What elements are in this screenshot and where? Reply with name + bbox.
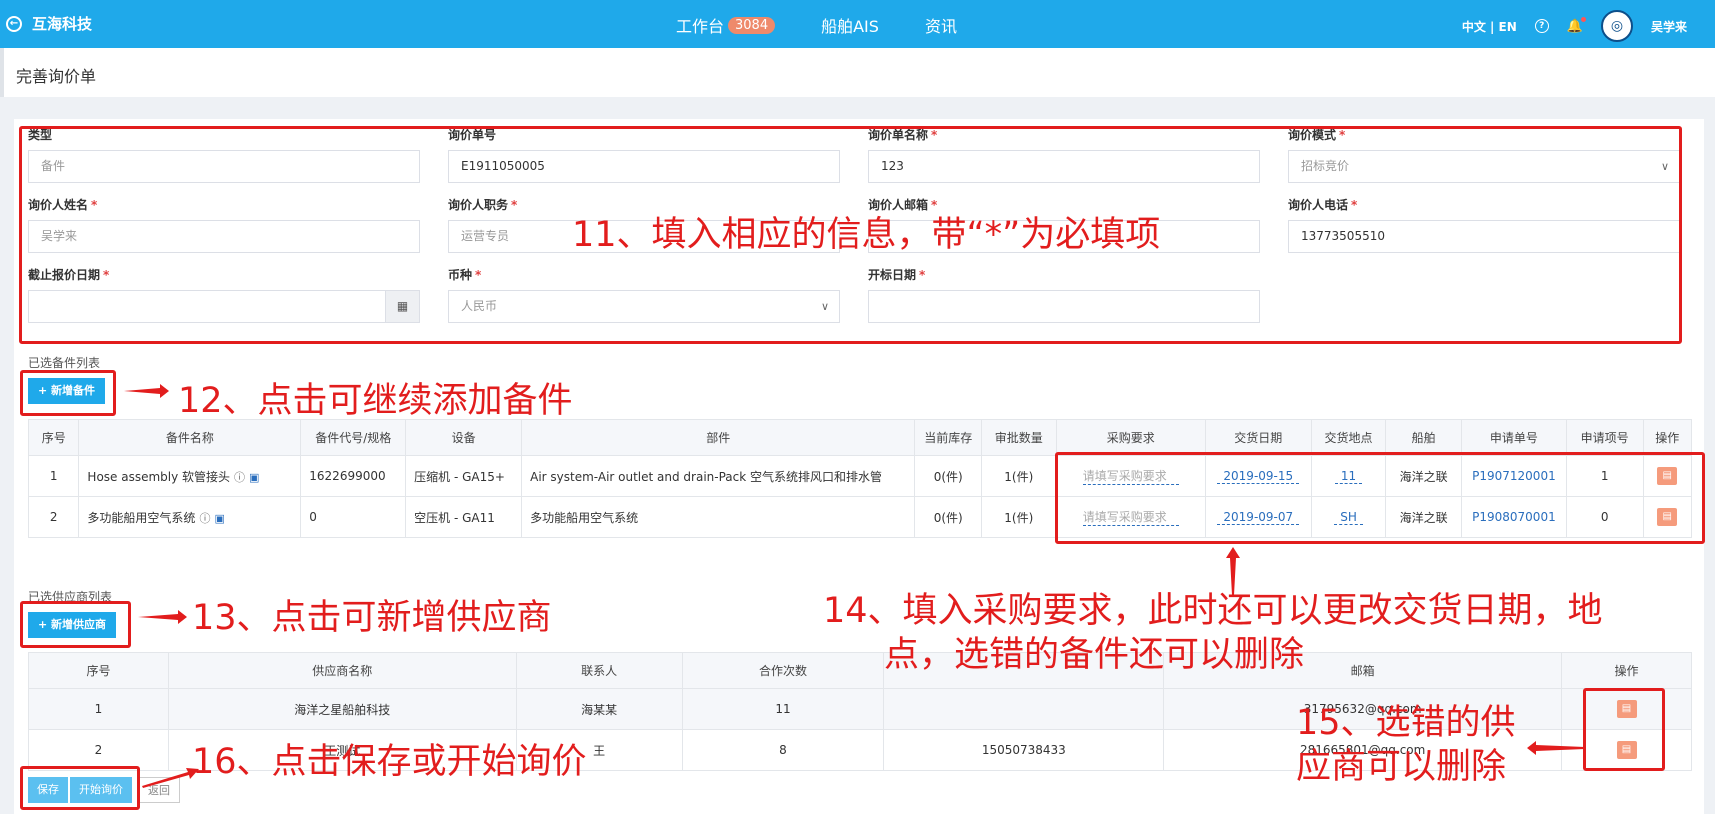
annotation-12: 12、点击可继续添加备件	[178, 381, 573, 421]
arrow-right-icon	[124, 384, 169, 398]
language-switch[interactable]: 中文 | EN	[1462, 18, 1517, 35]
col-header: 当前库存	[914, 419, 982, 456]
cell-supplier-name: 海洋之星船舶科技	[167, 688, 517, 730]
annotation-box-footer	[20, 766, 140, 810]
annotation-box-add-part	[20, 370, 116, 416]
col-header: 交货地点	[1310, 419, 1387, 456]
user-name[interactable]: 吴学来	[1651, 18, 1687, 35]
cell-times: 11	[681, 688, 885, 730]
main-nav: 工作台 3084 船舶AIS 资讯	[676, 13, 957, 37]
image-icon[interactable]: ▣	[249, 471, 259, 484]
cell-code: 0	[300, 496, 407, 538]
annotation-15: 15、选错的供 应商可以删除	[1296, 702, 1516, 790]
cell-phone	[883, 688, 1165, 730]
arrow-right-icon	[142, 768, 199, 788]
col-header: 联系人	[515, 652, 683, 689]
col-header: 备件代号/规格	[300, 419, 407, 456]
annotation-11: 11、填入相应的信息，带“*”为必填项	[572, 215, 1161, 255]
top-bar: ← 互海科技 工作台 3084 船舶AIS 资讯 中文 | EN ? 🔔 ◎ 吴…	[0, 0, 1715, 48]
workbench-badge: 3084	[728, 16, 776, 34]
back-arrow-icon[interactable]: ←	[6, 15, 22, 32]
col-header: 供应商名称	[167, 652, 517, 689]
cell-no: 1	[28, 688, 169, 730]
bell-icon[interactable]: 🔔	[1567, 16, 1586, 34]
cell-part-name: 多功能船用空气系统 ⓘ ▣	[78, 496, 302, 538]
col-header: 序号	[27, 419, 80, 456]
cell-equipment: 压缩机 - GA15+	[405, 455, 523, 497]
annotation-15-line1: 15、选错的供	[1296, 703, 1516, 743]
cell-approved: 1(件)	[980, 496, 1057, 538]
nav-news[interactable]: 资讯	[925, 13, 957, 37]
parts-section-title: 已选备件列表	[28, 356, 101, 370]
cell-no: 2	[27, 496, 80, 538]
parts-header-row: 序号 备件名称 备件代号/规格 设备 部件 当前库存 审批数量 采购要求 交货日…	[27, 419, 1692, 456]
cell-stock: 0(件)	[914, 455, 982, 497]
nav-news-label: 资讯	[924, 17, 957, 36]
annotation-box-parts-edit	[1055, 452, 1705, 544]
help-icon[interactable]: ?	[1534, 19, 1549, 33]
cell-component: 多功能船用空气系统	[521, 496, 916, 538]
annotation-15-line2: 应商可以删除	[1296, 746, 1507, 787]
cell-component: Air system-Air outlet and drain-Pack 空气系…	[521, 455, 916, 497]
avatar[interactable]: ◎	[1600, 10, 1633, 42]
col-header: 船舶	[1385, 419, 1462, 456]
col-header: 序号	[28, 652, 169, 689]
cell-equipment: 空压机 - GA11	[405, 496, 523, 538]
info-icon[interactable]: ⓘ	[199, 510, 210, 526]
cell-phone: 15050738433	[883, 729, 1165, 771]
brand[interactable]: ← 互海科技	[6, 13, 92, 34]
cell-times: 8	[681, 729, 885, 771]
col-header: 部件	[521, 419, 916, 456]
arrow-up-icon	[1226, 547, 1240, 595]
annotation-14-line1: 14、填入采购要求，此时还可以更改交货日期，地	[823, 591, 1603, 631]
col-header: 采购要求	[1055, 419, 1206, 456]
cell-no: 1	[27, 455, 80, 497]
arrow-left-icon	[1527, 741, 1585, 755]
nav-workbench-label: 工作台	[676, 17, 725, 36]
cell-code: 1622699000	[300, 455, 407, 497]
annotation-box-add-supplier	[20, 601, 131, 648]
image-icon[interactable]: ▣	[214, 512, 224, 525]
cell-part-name: Hose assembly 软管接头 ⓘ ▣	[78, 455, 302, 497]
brand-name: 互海科技	[32, 15, 93, 33]
annotation-box-supplier-delete	[1583, 688, 1665, 771]
cell-approved: 1(件)	[980, 455, 1057, 497]
nav-ship-ais-label: 船舶AIS	[821, 17, 879, 36]
arrow-right-icon	[138, 610, 187, 624]
top-right: 中文 | EN ? 🔔 ◎ 吴学来	[1462, 10, 1687, 42]
cell-no: 2	[28, 729, 169, 771]
cell-stock: 0(件)	[914, 496, 982, 538]
nav-workbench[interactable]: 工作台 3084	[676, 13, 776, 37]
nav-ship-ais[interactable]: 船舶AIS	[821, 13, 879, 37]
col-header: 审批数量	[980, 419, 1057, 456]
page-title: 完善询价单	[16, 67, 97, 86]
title-bar: 完善询价单	[0, 48, 1715, 97]
col-header: 操作	[1642, 419, 1692, 456]
annotation-14: 14、填入采购要求，此时还可以更改交货日期，地 点，选错的备件还可以删除	[823, 590, 1603, 678]
annotation-14-line2: 点，选错的备件还可以删除	[884, 634, 1305, 675]
col-header: 交货日期	[1204, 419, 1312, 456]
info-icon[interactable]: ⓘ	[234, 469, 245, 485]
col-header: 备件名称	[78, 419, 302, 456]
annotation-16: 16、点击保存或开始询价	[192, 742, 587, 782]
col-header: 申请单号	[1460, 419, 1567, 456]
annotation-13: 13、点击可新增供应商	[192, 598, 552, 638]
col-header: 申请项号	[1565, 419, 1644, 456]
col-header: 设备	[405, 419, 523, 456]
cell-contact: 海某某	[515, 688, 683, 730]
